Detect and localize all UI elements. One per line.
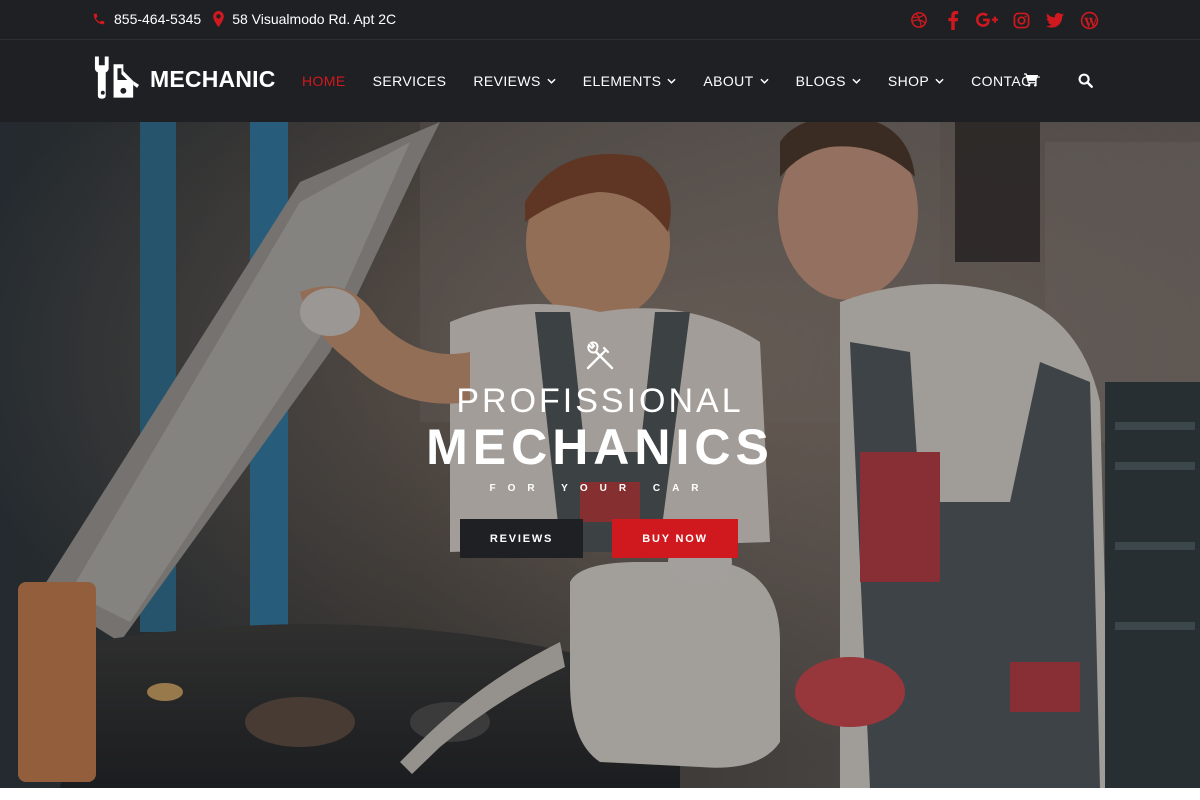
reviews-button[interactable]: REVIEWS: [460, 519, 583, 558]
buy-now-button[interactable]: BUY NOW: [612, 519, 738, 558]
facebook-icon[interactable]: [942, 9, 964, 31]
nav-item-label: SHOP: [887, 73, 930, 89]
nav-item-elements[interactable]: ELEMENTS: [583, 73, 677, 89]
main-navigation: MECHANIC HOME SERVICES REVIEWS ELEMENTS …: [0, 40, 1200, 122]
phone-icon: [93, 13, 105, 25]
nav-item-label: ELEMENTS: [582, 73, 662, 89]
social-links: [896, 9, 1100, 31]
page: 855-464-5345 58 Visualmodo Rd. Apt 2C ME…: [0, 0, 1200, 800]
nav-item-shop[interactable]: SHOP: [888, 73, 944, 89]
nav-item-services[interactable]: SERVICES: [373, 73, 447, 89]
nav-item-label: BLOGS: [795, 73, 846, 89]
address-info: 58 Visualmodo Rd. Apt 2C: [213, 11, 396, 27]
hero-subtitle: PROFISSIONAL: [456, 382, 744, 420]
page-bottom-edge: [0, 788, 1200, 800]
brand-name: MECHANIC: [150, 65, 276, 92]
nav-item-label: ABOUT: [703, 73, 754, 89]
hero-title: MECHANICS: [426, 419, 774, 475]
hero-buttons: REVIEWS BUY NOW: [460, 519, 738, 558]
address-text: 58 Visualmodo Rd. Apt 2C: [232, 11, 397, 27]
chevron-down-icon: [935, 78, 944, 84]
phone-number: 855-464-5345: [114, 11, 202, 27]
chevron-down-icon: [852, 78, 861, 84]
nav-item-about[interactable]: ABOUT: [703, 73, 769, 89]
site-logo[interactable]: MECHANIC: [92, 56, 276, 102]
nav-item-label: SERVICES: [372, 73, 447, 89]
chevron-down-icon: [760, 78, 769, 84]
hero-content: PROFISSIONAL MECHANICS FOR YOUR CAR: [0, 340, 1200, 494]
hero-tagline: FOR YOUR CAR: [489, 483, 711, 494]
hero-section: PROFISSIONAL MECHANICS FOR YOUR CAR REVI…: [0, 122, 1200, 788]
map-pin-icon: [213, 11, 225, 27]
wordpress-icon[interactable]: [1078, 9, 1100, 31]
search-icon[interactable]: [1078, 73, 1093, 93]
nav-item-reviews[interactable]: REVIEWS: [473, 73, 556, 89]
nav-item-blogs[interactable]: BLOGS: [796, 73, 861, 89]
dribbble-icon[interactable]: [908, 9, 930, 31]
nav-item-home[interactable]: HOME: [302, 73, 346, 89]
twitter-icon[interactable]: [1044, 9, 1066, 31]
nav-item-label: HOME: [302, 73, 346, 89]
cart-icon[interactable]: [1024, 73, 1039, 92]
google-plus-icon[interactable]: [976, 9, 998, 31]
phone-info: 855-464-5345: [92, 11, 201, 27]
chevron-down-icon: [547, 78, 556, 84]
nav-menu: HOME SERVICES REVIEWS ELEMENTS ABOUT BLO…: [302, 40, 1068, 122]
mechanic-logo-icon: [94, 56, 140, 99]
wrench-screwdriver-icon: [586, 341, 614, 370]
nav-item-label: REVIEWS: [473, 73, 541, 89]
top-bar: 855-464-5345 58 Visualmodo Rd. Apt 2C: [0, 0, 1200, 40]
instagram-icon[interactable]: [1010, 9, 1032, 31]
chevron-down-icon: [667, 78, 677, 84]
contact-info: 855-464-5345 58 Visualmodo Rd. Apt 2C: [92, 11, 408, 27]
